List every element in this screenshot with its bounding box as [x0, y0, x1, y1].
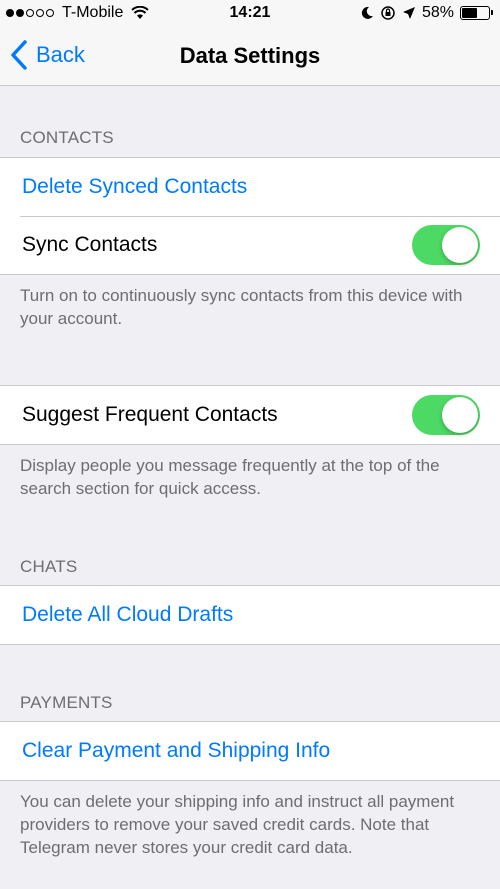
clear-payment-shipping-info-button[interactable]: Clear Payment and Shipping Info — [0, 722, 500, 780]
suggest-frequent-contacts-footer: Display people you message frequently at… — [20, 456, 440, 498]
location-arrow-icon — [402, 7, 415, 19]
battery-level-fill — [462, 8, 478, 18]
suggest-group: Suggest Frequent Contacts — [0, 385, 500, 445]
page-title: Data Settings — [179, 43, 321, 68]
section-header-payments: PAYMENTS — [20, 693, 113, 712]
status-bar: T-Mobile 14:21 58% — [0, 0, 500, 28]
contacts-group: Delete Synced Contacts Sync Contacts — [0, 157, 500, 275]
delete-synced-contacts-button[interactable]: Delete Synced Contacts — [0, 158, 500, 216]
sync-contacts-footer: Turn on to continuously sync contacts fr… — [20, 286, 463, 328]
delete-all-cloud-drafts-button[interactable]: Delete All Cloud Drafts — [0, 586, 500, 644]
payments-group: Clear Payment and Shipping Info — [0, 721, 500, 781]
toggle-knob — [442, 397, 478, 433]
suggest-frequent-contacts-row: Suggest Frequent Contacts — [0, 386, 500, 444]
battery-percent: 58% — [421, 4, 454, 21]
toggle-knob — [442, 227, 478, 263]
status-right: 58% — [360, 4, 493, 22]
payments-footer: You can delete your shipping info and in… — [20, 792, 455, 857]
navigation-bar: Back Data Settings — [0, 28, 500, 86]
section-header-contacts: CONTACTS — [20, 128, 114, 147]
chats-group: Delete All Cloud Drafts — [0, 585, 500, 645]
suggest-frequent-contacts-toggle[interactable] — [412, 395, 480, 435]
orientation-lock-icon — [381, 6, 395, 20]
suggest-frequent-contacts-label: Suggest Frequent Contacts — [22, 403, 278, 426]
sync-contacts-label: Sync Contacts — [22, 233, 158, 256]
moon-icon — [361, 6, 373, 19]
battery-icon — [460, 6, 493, 20]
section-header-chats: CHATS — [20, 557, 78, 576]
sync-contacts-toggle[interactable] — [412, 225, 480, 265]
sync-contacts-row: Sync Contacts — [0, 216, 500, 274]
